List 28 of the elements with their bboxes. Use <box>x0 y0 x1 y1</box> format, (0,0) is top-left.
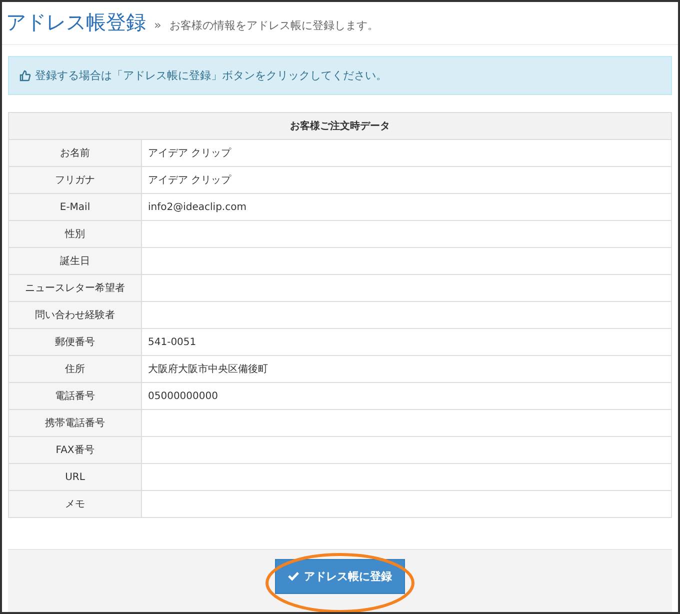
row-label: 携帯電話番号 <box>8 410 142 436</box>
row-label: 問い合わせ経験者 <box>8 302 142 328</box>
row-label: ニュースレター希望者 <box>8 274 142 302</box>
row-label: 性別 <box>8 220 142 248</box>
row-label: メモ <box>8 490 142 518</box>
page-title: アドレス帳登録 <box>6 9 146 36</box>
row-value: アイデア クリップ <box>142 140 672 166</box>
row-value: 541-0051 <box>142 328 672 356</box>
row-label: E-Mail <box>8 194 142 220</box>
row-label: FAX番号 <box>8 436 142 464</box>
row-value: 05000000000 <box>142 382 672 410</box>
alert-text: 登録する場合は「アドレス帳に登録」ボタンをクリックしてください。 <box>35 68 387 83</box>
row-label: 住所 <box>8 356 142 382</box>
row-label: 誕生日 <box>8 248 142 274</box>
row-value: info2@ideaclip.com <box>142 194 672 220</box>
row-label: 郵便番号 <box>8 328 142 356</box>
row-label: フリガナ <box>8 166 142 194</box>
page-subtitle: お客様の情報をアドレス帳に登録します。 <box>169 18 378 33</box>
row-label: 電話番号 <box>8 382 142 410</box>
row-value: アイデア クリップ <box>142 166 672 194</box>
thumbs-up-icon <box>19 70 31 82</box>
row-label: URL <box>8 464 142 490</box>
row-label: お名前 <box>8 140 142 166</box>
breadcrumb-separator: » <box>154 18 162 32</box>
table-caption: お客様ご注文時データ <box>8 112 672 140</box>
register-button[interactable]: アドレス帳に登録 <box>275 558 405 594</box>
check-icon <box>288 571 299 581</box>
row-value: 大阪府大阪市中央区備後町 <box>142 356 672 382</box>
